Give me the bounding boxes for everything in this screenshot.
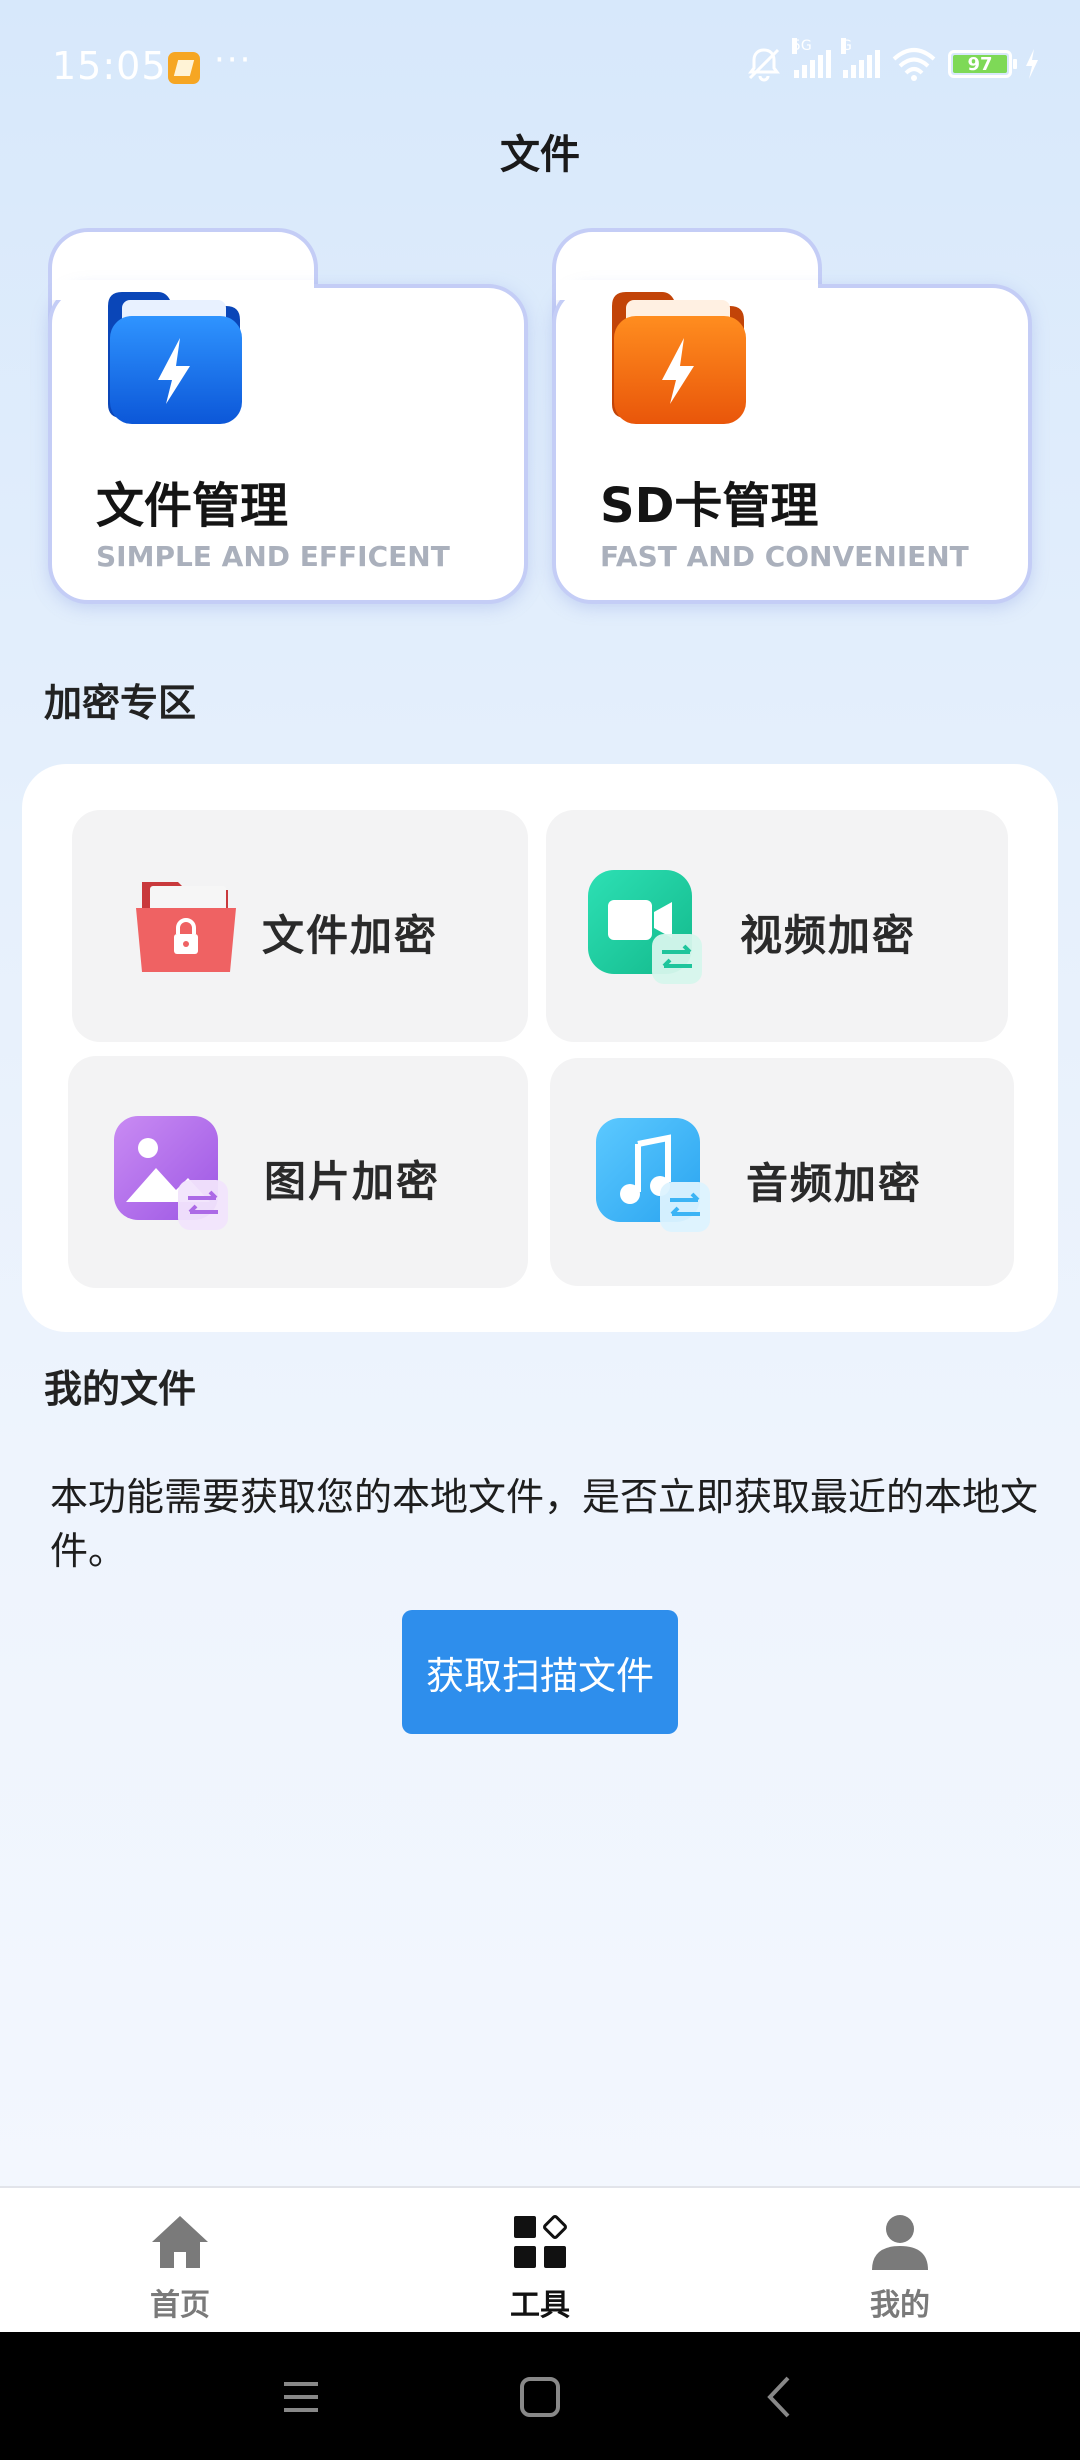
tab-label: 我的 xyxy=(870,2288,930,2323)
bell-muted-icon xyxy=(748,48,780,82)
battery-icon: 97 xyxy=(948,50,1017,78)
tile-label: 音频加密 xyxy=(746,1159,923,1208)
scan-files-button[interactable]: 获取扫描文件 xyxy=(402,1610,678,1734)
tile-label: 视频加密 xyxy=(740,911,917,960)
status-bar: 15:05 ··· 5G G 97 xyxy=(0,0,1080,130)
wifi-icon xyxy=(892,48,936,81)
video-encrypt-tile[interactable]: 视频加密 xyxy=(546,810,1008,1042)
page-title: 文件 xyxy=(500,132,580,178)
tab-label: 工具 xyxy=(510,2288,570,2323)
tab-mine[interactable]: 我的 xyxy=(790,2188,1010,2334)
signal-g-icon: G xyxy=(841,38,880,78)
file-lock-icon xyxy=(128,868,244,984)
home-icon xyxy=(152,2216,208,2268)
bottom-tab-bar: 首页 工具 我的 xyxy=(0,2186,1080,2332)
tab-label: 首页 xyxy=(150,2288,210,2323)
tile-label: 文件加密 xyxy=(262,911,439,960)
blue-folder-icon xyxy=(104,286,244,428)
sd-card-manager-card[interactable]: SD卡管理 FAST AND CONVENIENT xyxy=(552,228,1032,604)
system-nav-bar xyxy=(0,2332,1080,2460)
audio-encrypt-tile[interactable]: 音频加密 xyxy=(550,1058,1014,1286)
card-title: SD卡管理 xyxy=(600,478,819,534)
card-title: 文件管理 xyxy=(96,478,289,534)
image-icon xyxy=(112,1114,228,1230)
file-encrypt-tile[interactable]: 文件加密 xyxy=(72,810,528,1042)
orange-folder-icon xyxy=(608,286,748,428)
card-subtitle: SIMPLE AND EFFICENT xyxy=(96,540,450,573)
image-encrypt-tile[interactable]: 图片加密 xyxy=(68,1056,528,1288)
section-title-encrypt: 加密专区 xyxy=(44,681,197,725)
card-subtitle: FAST AND CONVENIENT xyxy=(600,540,969,573)
tab-tools[interactable]: 工具 xyxy=(430,2188,650,2334)
encrypt-panel: 文件加密 视频加密 图片加密 音频加密 xyxy=(22,764,1058,1332)
back-icon[interactable] xyxy=(744,2362,814,2432)
status-time: 15:05 xyxy=(52,44,167,88)
person-icon xyxy=(872,2215,928,2270)
charging-icon xyxy=(1026,49,1038,79)
more-notifications-icon: ··· xyxy=(214,40,253,80)
status-icons: 5G G 97 xyxy=(746,38,1040,84)
notification-app-icon xyxy=(168,52,200,84)
section-title-my-files: 我的文件 xyxy=(44,1367,197,1411)
video-icon xyxy=(586,868,702,984)
permission-description: 本功能需要获取您的本地文件，是否立即获取最近的本地文件。 xyxy=(50,1475,1039,1573)
menu-icon[interactable] xyxy=(266,2362,336,2432)
music-icon xyxy=(594,1116,710,1232)
tools-icon xyxy=(514,2215,567,2268)
tab-home[interactable]: 首页 xyxy=(70,2188,290,2334)
home-button-icon[interactable] xyxy=(505,2362,575,2432)
file-manager-card[interactable]: 文件管理 SIMPLE AND EFFICENT xyxy=(48,228,528,604)
tile-label: 图片加密 xyxy=(264,1157,441,1206)
signal-5g-icon: 5G xyxy=(792,38,831,78)
